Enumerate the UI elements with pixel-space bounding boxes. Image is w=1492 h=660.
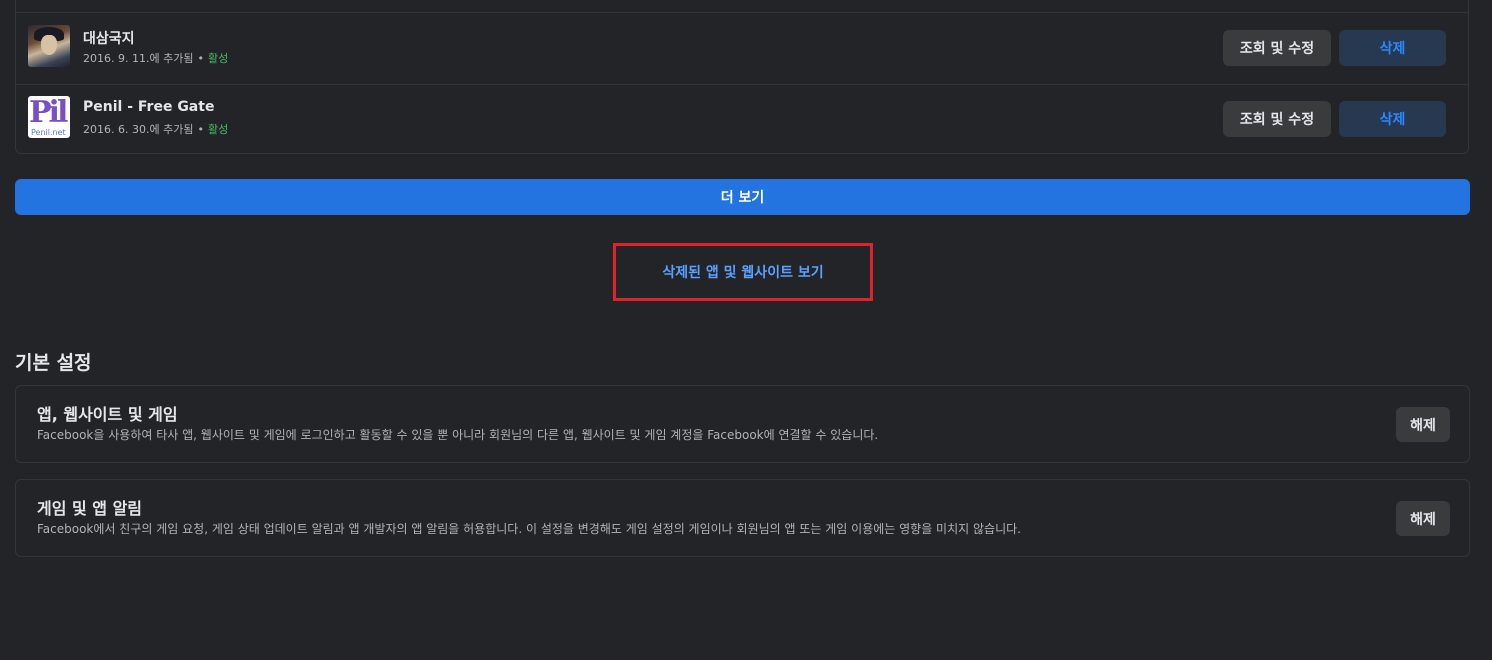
see-more-button[interactable]: 더 보기 — [15, 179, 1470, 215]
preference-title: 게임 및 앱 알림 — [37, 499, 143, 518]
app-meta: 2016. 6. 30.에 추가됨 • 활성 — [83, 121, 228, 137]
remove-app-button[interactable]: 삭제 — [1339, 30, 1446, 66]
active-apps-list: 대삼국지 2016. 9. 11.에 추가됨 • 활성 조회 및 수정 삭제 Pil… — [15, 0, 1469, 154]
view-and-edit-button[interactable]: 조회 및 수정 — [1223, 30, 1331, 66]
preferences-heading: 기본 설정 — [15, 352, 92, 374]
thumbnail-logo-subtext: Penil.net — [31, 128, 66, 137]
app-name: Penil - Free Gate — [83, 99, 215, 115]
turn-off-button[interactable]: 해제 — [1396, 407, 1450, 442]
separator-dot: • — [197, 123, 204, 136]
view-and-edit-button[interactable]: 조회 및 수정 — [1223, 101, 1331, 137]
remove-app-button[interactable]: 삭제 — [1339, 101, 1446, 137]
turn-off-button[interactable]: 해제 — [1396, 501, 1450, 536]
preference-title: 앱, 웹사이트 및 게임 — [37, 405, 178, 424]
app-meta: 2016. 9. 11.에 추가됨 • 활성 — [83, 50, 228, 66]
highlight-box: 삭제된 앱 및 웹사이트 보기 — [613, 243, 873, 301]
app-row: Pil Penil.net Penil - Free Gate 2016. 6.… — [16, 84, 1468, 155]
app-thumbnail: Pil Penil.net — [28, 96, 70, 138]
separator-dot: • — [197, 52, 204, 65]
preference-description: Facebook에서 친구의 게임 요청, 게임 상태 업데이트 알림과 앱 개… — [37, 522, 1021, 536]
app-status: 활성 — [207, 123, 229, 136]
app-row: 대삼국지 2016. 9. 11.에 추가됨 • 활성 조회 및 수정 삭제 — [16, 13, 1468, 85]
thumbnail-logo-text: Pil — [29, 96, 68, 130]
view-removed-apps-link[interactable]: 삭제된 앱 및 웹사이트 보기 — [616, 246, 870, 298]
app-thumbnail — [28, 25, 70, 67]
preference-description: Facebook을 사용하여 타사 앱, 웹사이트 및 게임에 로그인하고 활동… — [37, 428, 879, 442]
app-status: 활성 — [207, 52, 229, 65]
preference-card-game-app-notifications: 게임 및 앱 알림 Facebook에서 친구의 게임 요청, 게임 상태 업데… — [15, 479, 1470, 557]
app-name: 대삼국지 — [83, 31, 135, 47]
app-added-date: 2016. 9. 11.에 추가됨 — [83, 52, 194, 65]
preference-card-apps-websites-games: 앱, 웹사이트 및 게임 Facebook을 사용하여 타사 앱, 웹사이트 및… — [15, 385, 1470, 463]
app-added-date: 2016. 6. 30.에 추가됨 — [83, 123, 194, 136]
